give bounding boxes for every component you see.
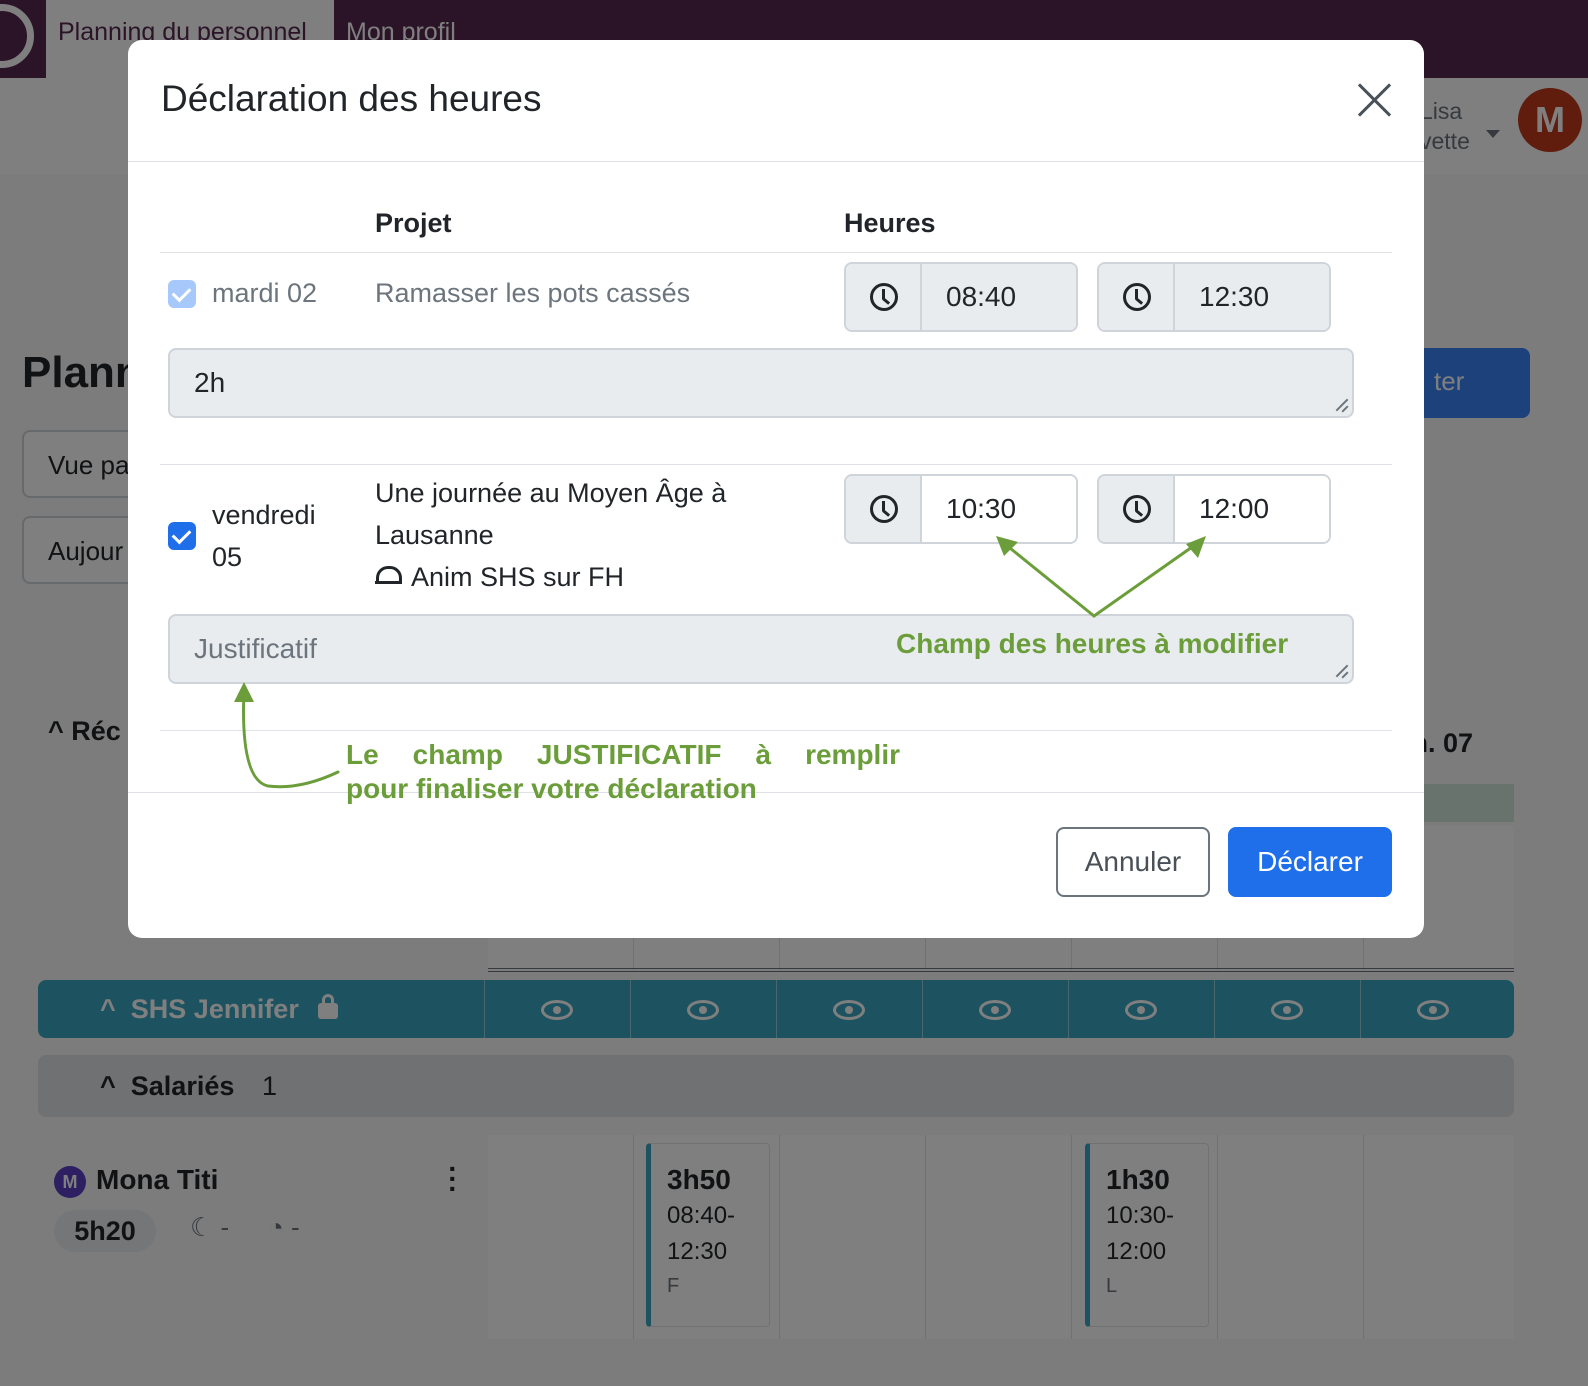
row-day: mardi 02 bbox=[212, 278, 318, 308]
divider bbox=[160, 464, 1392, 465]
row-project: Ramasser les pots cassés bbox=[375, 278, 691, 308]
time-icon-box bbox=[1099, 476, 1175, 542]
time-icon-box bbox=[1099, 264, 1175, 330]
justification-placeholder: Justificatif bbox=[194, 633, 317, 664]
helmet-icon bbox=[375, 566, 402, 588]
row-project-line2: Lausanne bbox=[375, 520, 494, 550]
annotation-justif-line2: pour finaliser votre déclaration bbox=[346, 773, 757, 804]
start-time-value: 08:40 bbox=[922, 264, 1076, 330]
modal-header: Déclaration des heures bbox=[128, 40, 1424, 162]
clock-icon bbox=[870, 495, 898, 523]
comment-textarea-readonly: 2h bbox=[168, 348, 1354, 418]
annotation-hours-note: Champ des heures à modifier bbox=[896, 628, 1289, 659]
clock-icon bbox=[870, 283, 898, 311]
end-time-field[interactable]: 12:00 bbox=[1097, 474, 1331, 544]
close-icon[interactable] bbox=[1356, 82, 1392, 118]
column-header-project: Projet bbox=[375, 208, 452, 238]
clock-icon bbox=[1123, 283, 1151, 311]
cancel-button[interactable]: Annuler bbox=[1056, 827, 1210, 897]
row-project-line1: Une journée au Moyen Âge à bbox=[375, 478, 727, 508]
start-time-field[interactable]: 10:30 bbox=[844, 474, 1078, 544]
end-time-value: 12:30 bbox=[1175, 264, 1329, 330]
divider bbox=[160, 252, 1392, 253]
clock-icon bbox=[1123, 495, 1151, 523]
row-team: Anim SHS sur FH bbox=[375, 556, 726, 598]
modal-footer: Annuler Déclarer bbox=[128, 792, 1424, 938]
start-time-input[interactable]: 10:30 bbox=[922, 476, 1076, 542]
row-checkbox[interactable] bbox=[168, 522, 196, 550]
comment-value: 2h bbox=[194, 367, 226, 398]
resize-grip-icon[interactable] bbox=[1334, 664, 1348, 678]
declare-button[interactable]: Déclarer bbox=[1228, 827, 1392, 897]
row-project: Une journée au Moyen Âge à Lausanne Anim… bbox=[375, 472, 726, 598]
row-day-name: vendredi bbox=[212, 500, 316, 530]
row-team-name: Anim SHS sur FH bbox=[411, 562, 625, 592]
resize-grip-icon bbox=[1334, 398, 1348, 412]
column-header-hours: Heures bbox=[844, 208, 936, 238]
time-icon-box bbox=[846, 476, 922, 542]
divider bbox=[160, 730, 1392, 731]
end-time-field: 12:30 bbox=[1097, 262, 1331, 332]
end-time-input[interactable]: 12:00 bbox=[1175, 476, 1329, 542]
row-checkbox-disabled bbox=[168, 280, 196, 308]
annotation-justif-line1: Le champ JUSTIFICATIF à remplir bbox=[346, 739, 900, 770]
start-time-field: 08:40 bbox=[844, 262, 1078, 332]
modal-title: Déclaration des heures bbox=[161, 78, 542, 119]
row-day: vendredi 05 bbox=[212, 494, 316, 578]
row-day-number: 05 bbox=[212, 542, 243, 572]
hours-declaration-modal: Déclaration des heures Projet Heures mar… bbox=[128, 40, 1424, 938]
time-icon-box bbox=[846, 264, 922, 330]
